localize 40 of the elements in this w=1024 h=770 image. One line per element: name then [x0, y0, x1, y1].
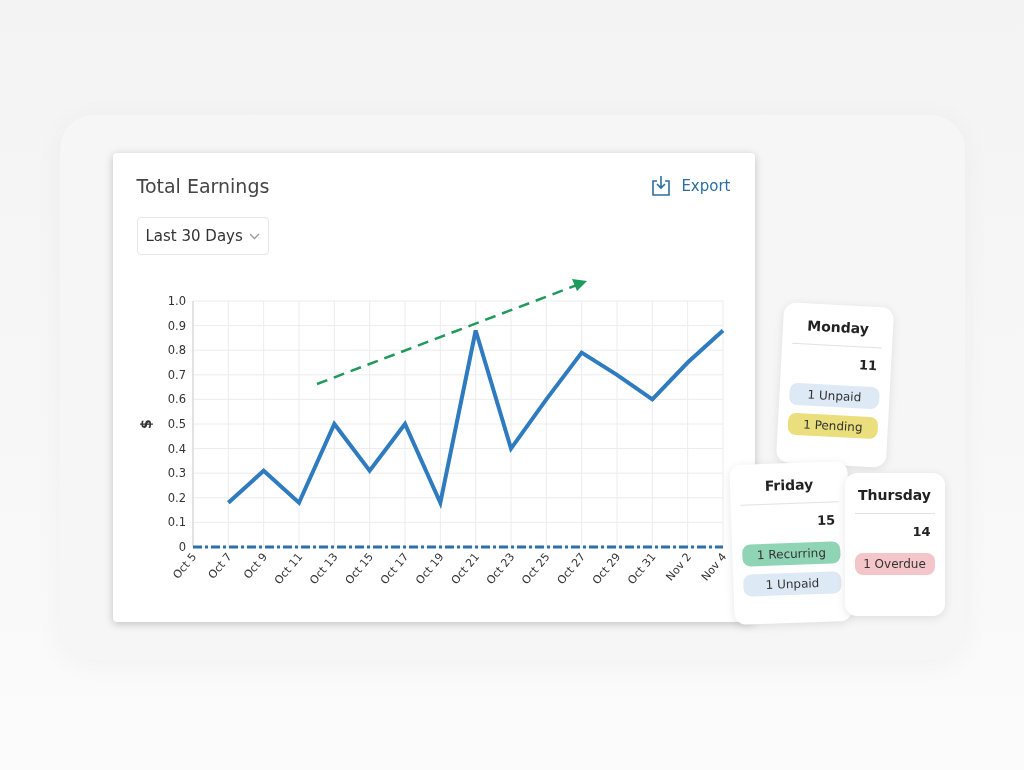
chevron-down-icon [248, 232, 260, 240]
day-date: 11 [857, 356, 877, 374]
card-title: Total Earnings [136, 175, 270, 197]
y-tick-label: 0.4 [167, 441, 186, 456]
y-tick-label: 0.6 [167, 392, 186, 407]
y-tick-label: 0.7 [167, 367, 186, 382]
x-tick-label: Oct 11 [271, 550, 305, 587]
status-tag: 1 Pending [786, 412, 878, 440]
y-tick-label: 0.1 [167, 515, 186, 530]
day-name: Thursday [854, 487, 935, 514]
day-name: Monday [791, 316, 883, 349]
x-tick-label: Oct 7 [205, 550, 235, 582]
y-tick-label: 0.8 [167, 343, 186, 358]
x-tick-label: Oct 21 [448, 550, 482, 587]
x-tick-label: Oct 19 [412, 550, 447, 587]
download-icon [651, 175, 672, 197]
status-tag: 1 Overdue [854, 553, 935, 575]
y-tick-label: 0.5 [167, 417, 186, 431]
period-dropdown[interactable]: Last 30 Days [136, 217, 269, 255]
x-tick-label: Oct 23 [483, 550, 517, 587]
day-name: Friday [739, 475, 839, 506]
y-tick-label: 0.9 [167, 318, 186, 333]
x-tick-label: Oct 17 [377, 550, 411, 587]
status-tag: 1 Unpaid [742, 571, 842, 597]
y-tick-label: 1.0 [167, 294, 186, 308]
y-tick-label: 0.2 [167, 490, 186, 505]
day-date: 14 [911, 524, 931, 539]
x-tick-label: Oct 13 [306, 550, 341, 587]
x-tick-label: Oct 27 [554, 550, 588, 587]
x-tick-label: Oct 25 [518, 550, 553, 587]
export-button[interactable]: Export [651, 175, 731, 197]
y-tick-label: 0.3 [167, 466, 186, 481]
x-tick-label: Oct 31 [624, 550, 659, 587]
status-tag: 1 Recurring [741, 541, 841, 567]
x-tick-label: Oct 15 [342, 550, 376, 587]
x-tick-label: Oct 9 [240, 550, 270, 582]
x-tick-label: Oct 29 [589, 550, 623, 587]
y-axis-label: $ [137, 419, 154, 429]
status-tag: 1 Unpaid [788, 382, 880, 410]
day-date: 15 [815, 512, 835, 531]
